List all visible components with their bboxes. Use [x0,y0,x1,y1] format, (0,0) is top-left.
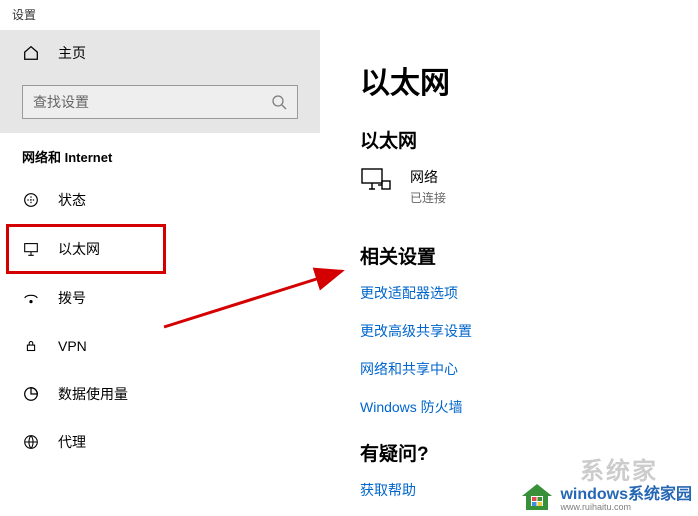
sidebar-item-ethernet[interactable]: 以太网 [6,224,166,274]
sidebar-item-proxy[interactable]: 代理 [0,418,320,466]
background-pale-text: 系统家 [580,451,658,486]
sidebar: 主页 网络和 Internet 状态 [0,30,320,516]
sidebar-item-datausage[interactable]: 数据使用量 [0,370,320,418]
sidebar-item-label: 状态 [58,190,86,210]
link-advanced-sharing[interactable]: 更改高级共享设置 [360,321,658,341]
data-usage-icon [22,385,40,403]
home-row[interactable]: 主页 [0,30,320,75]
home-label: 主页 [58,43,86,63]
dialup-icon [22,289,40,307]
search-icon [271,94,287,110]
watermark-brand: windows系统家园 [560,487,692,503]
link-adapter-options[interactable]: 更改适配器选项 [360,283,658,303]
sidebar-item-label: 代理 [58,432,86,452]
proxy-icon [22,433,40,451]
vpn-icon [22,337,40,355]
sidebar-item-vpn[interactable]: VPN [0,322,320,370]
watermark-url: www.ruihaitu.com [560,503,692,512]
monitor-network-icon [360,167,392,195]
sidebar-item-label: 拨号 [58,288,86,308]
watermark: windows系统家园 www.ruihaitu.com [520,482,692,512]
page-title: 以太网 [360,58,658,102]
status-icon [22,191,40,209]
section-ethernet-title: 以太网 [360,126,658,153]
sidebar-item-status[interactable]: 状态 [0,176,320,224]
section-related-title: 相关设置 [360,242,658,269]
watermark-logo-icon [520,482,554,512]
network-status: 已连接 [410,189,446,206]
sidebar-item-dialup[interactable]: 拨号 [0,274,320,322]
sidebar-item-label: 以太网 [58,239,100,259]
network-status-row[interactable]: 网络 已连接 [360,167,658,206]
main-content: 以太网 以太网 网络 已连接 相关设置 更改适配器选项 更改高级共享设置 网络和… [320,30,698,516]
sidebar-item-label: VPN [58,338,87,354]
window-titlebar: 设置 [0,0,698,30]
sidebar-item-label: 数据使用量 [58,384,128,404]
link-windows-firewall[interactable]: Windows 防火墙 [360,397,658,417]
network-name: 网络 [410,167,446,187]
window-title: 设置 [12,8,36,22]
link-network-sharing-center[interactable]: 网络和共享中心 [360,359,658,379]
search-input[interactable] [33,94,271,110]
category-label: 网络和 Internet [0,133,320,176]
search-wrap [0,75,320,133]
ethernet-icon [22,240,40,258]
home-icon [22,44,40,62]
search-box[interactable] [22,85,298,119]
